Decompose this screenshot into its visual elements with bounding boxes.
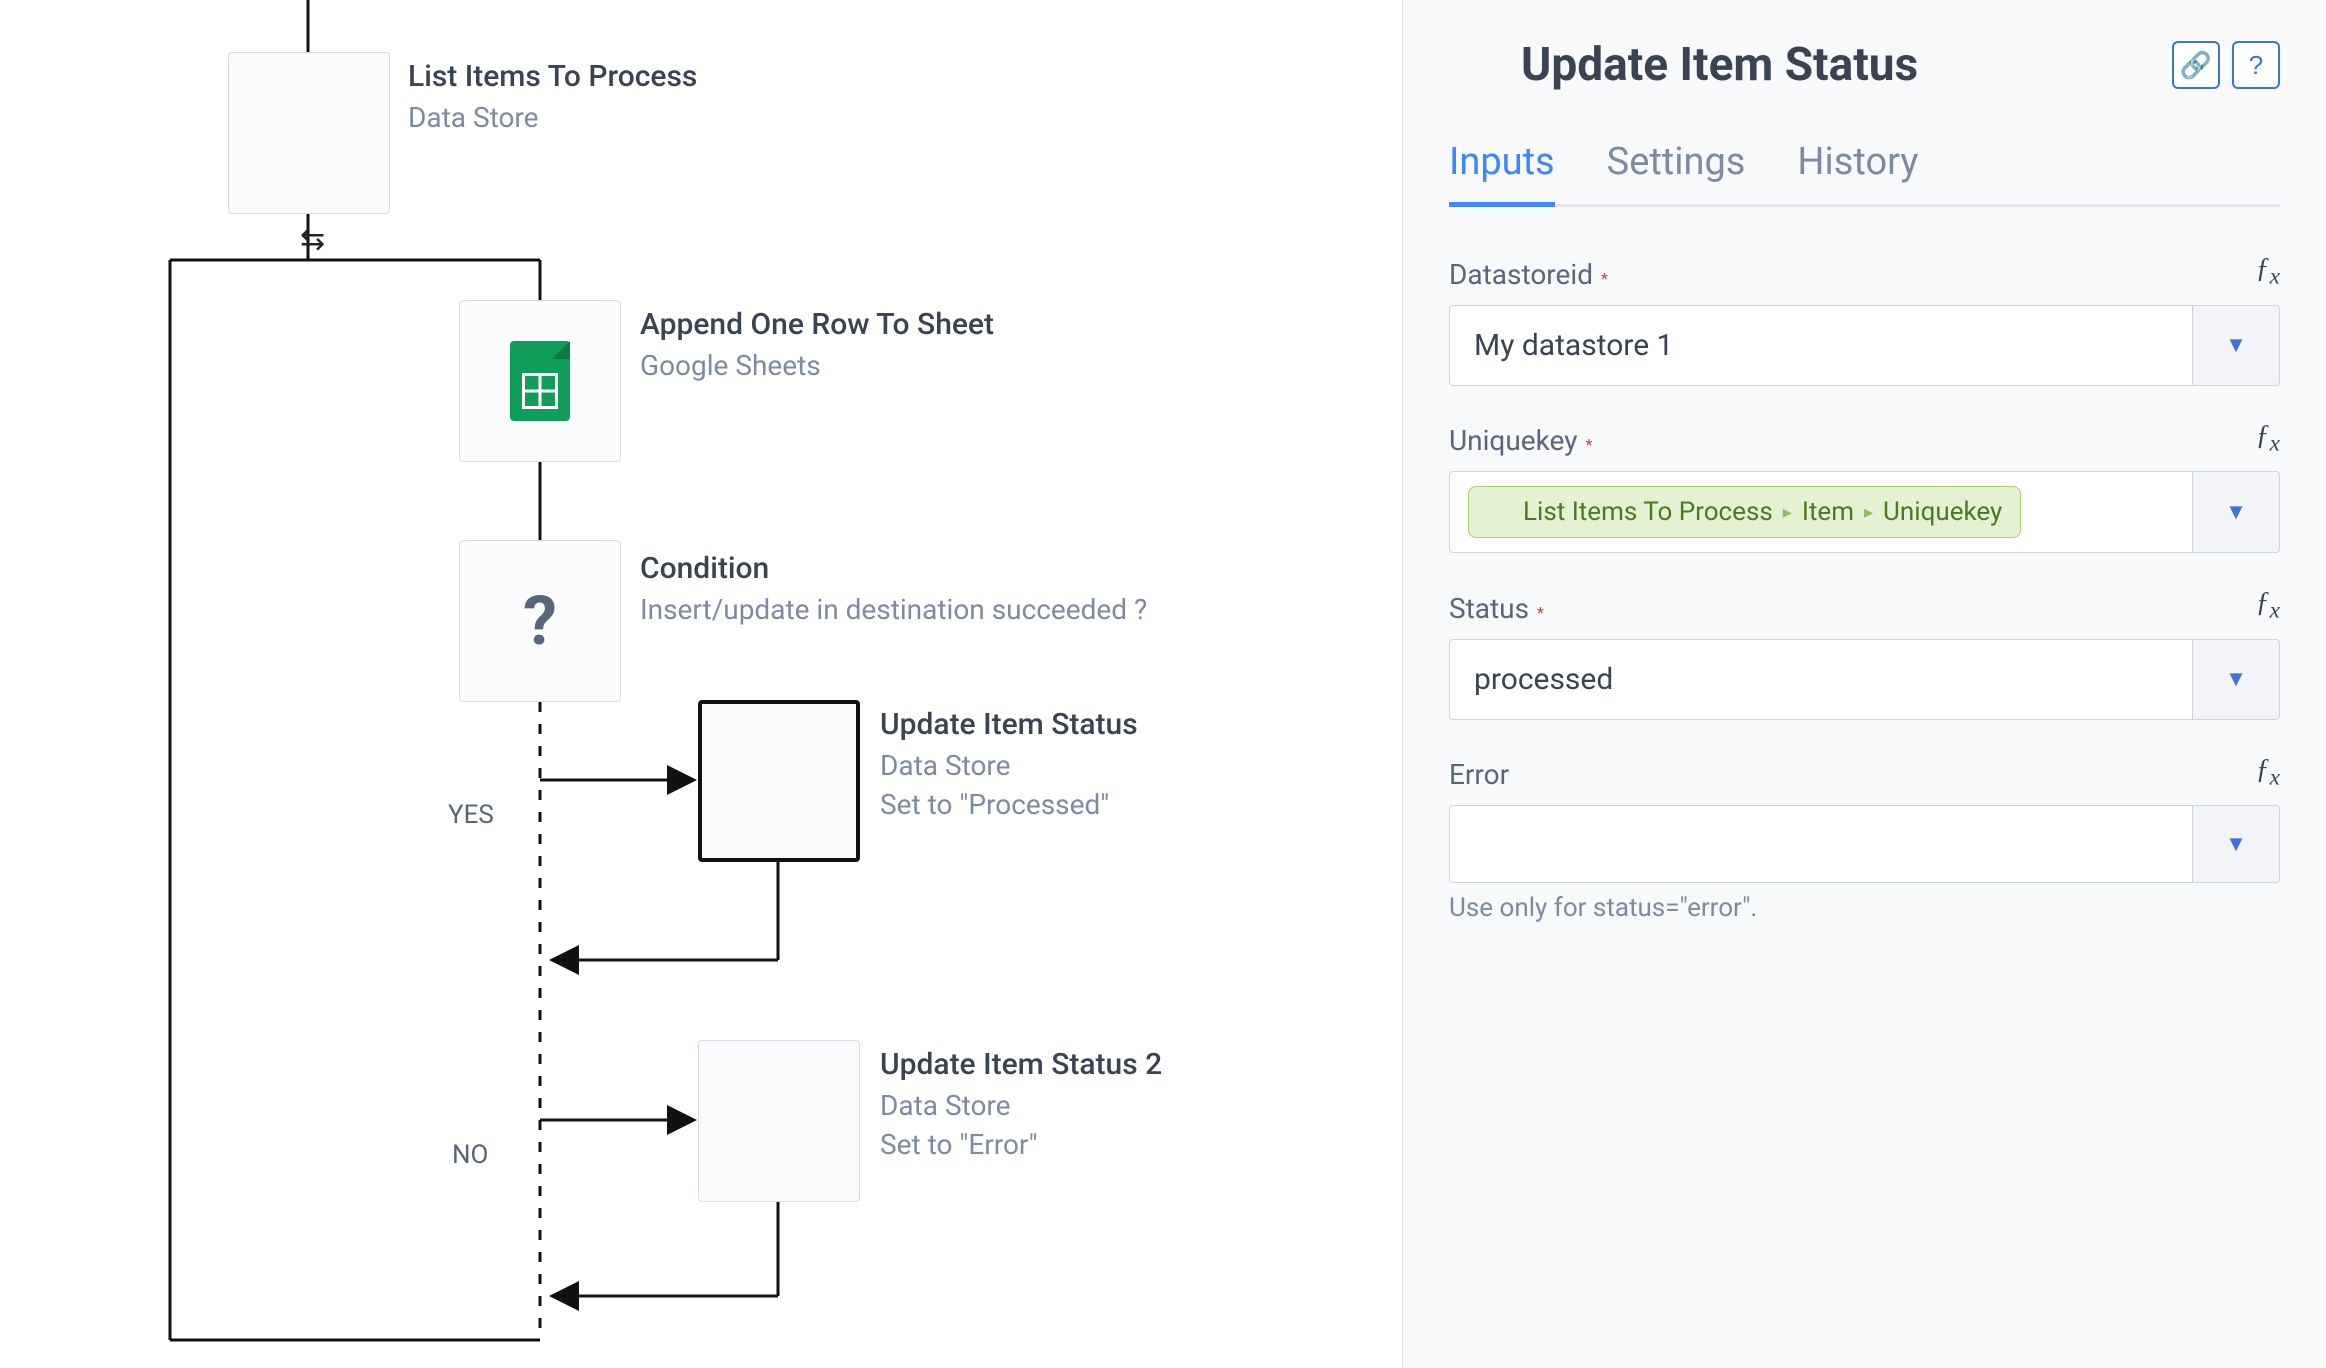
dropdown-button[interactable]: ▼ (2192, 471, 2280, 553)
help-icon: ? (2249, 50, 2263, 81)
branch-yes-label: YES (448, 800, 494, 830)
node-subtitle: Data Store (408, 98, 697, 137)
pill-part: List Items To Process (1523, 497, 1773, 527)
branch-no-label: NO (452, 1140, 488, 1170)
node-subtitle: Set to "Processed" (880, 785, 1138, 824)
node-subtitle: Google Sheets (640, 346, 994, 385)
pinwheel-icon (740, 1082, 818, 1160)
chevron-right-icon: ▸ (1864, 502, 1873, 523)
fx-button[interactable]: ƒx (2256, 754, 2280, 792)
node-update-status-processed[interactable] (698, 700, 860, 862)
loop-icon: ⇆ (300, 222, 325, 257)
field-label: Uniquekey (1449, 424, 1577, 457)
chevron-down-icon: ▼ (2225, 499, 2247, 525)
node-condition[interactable]: ? (459, 540, 621, 702)
field-label: Status (1449, 592, 1529, 625)
help-button[interactable]: ? (2232, 41, 2280, 89)
uniquekey-input[interactable]: List Items To Process ▸ Item ▸ Uniquekey (1449, 471, 2192, 553)
pinwheel-icon (1449, 39, 1501, 91)
fx-button[interactable]: ƒx (2256, 253, 2280, 291)
tab-history[interactable]: History (1797, 140, 1918, 207)
fx-button[interactable]: ƒx (2256, 587, 2280, 625)
status-input[interactable]: processed (1449, 639, 2192, 720)
field-error: Error ƒx ▼ Use only for status="error". (1449, 754, 2280, 924)
field-status: Status * ƒx processed ▼ (1449, 587, 2280, 720)
field-hint: Use only for status="error". (1449, 893, 2280, 923)
pill-part: Item (1802, 497, 1854, 527)
field-uniquekey: Uniquekey * ƒx List Items To Process ▸ I… (1449, 420, 2280, 554)
reference-pill[interactable]: List Items To Process ▸ Item ▸ Uniquekey (1468, 486, 2021, 538)
error-input[interactable] (1449, 805, 2192, 883)
node-append-row[interactable] (459, 300, 621, 462)
tab-settings[interactable]: Settings (1607, 140, 1746, 207)
required-indicator: * (1585, 435, 1592, 454)
google-sheets-icon (510, 341, 570, 421)
dropdown-button[interactable]: ▼ (2192, 805, 2280, 883)
chevron-down-icon: ▼ (2225, 666, 2247, 692)
datastoreid-input[interactable]: My datastore 1 (1449, 305, 2192, 386)
details-panel: Update Item Status 🔗 ? Inputs Settings H… (1402, 0, 2326, 1368)
node-title: Condition (640, 548, 1147, 590)
node-title: Append One Row To Sheet (640, 304, 994, 346)
required-indicator: * (1537, 603, 1544, 622)
node-title: Update Item Status 2 (880, 1044, 1162, 1086)
panel-title: Update Item Status (1521, 38, 1918, 92)
field-datastoreid: Datastoreid * ƒx My datastore 1 ▼ (1449, 253, 2280, 386)
node-title: Update Item Status (880, 704, 1138, 746)
node-subtitle: Set to "Error" (880, 1125, 1162, 1164)
pinwheel-icon (270, 94, 348, 172)
question-icon: ? (523, 581, 557, 661)
node-list-items[interactable] (228, 52, 390, 214)
link-button[interactable]: 🔗 (2172, 41, 2220, 89)
pinwheel-icon (1487, 499, 1513, 525)
link-icon: 🔗 (2180, 50, 2212, 81)
flow-canvas[interactable]: ⇆ List Items To Process Data Store Appen… (0, 0, 1402, 1368)
node-subtitle: Insert/update in destination succeeded ? (640, 590, 1147, 629)
chevron-right-icon: ▸ (1783, 502, 1792, 523)
node-subtitle: Data Store (880, 746, 1138, 785)
field-label: Datastoreid (1449, 258, 1593, 291)
dropdown-button[interactable]: ▼ (2192, 305, 2280, 386)
pinwheel-icon (740, 742, 818, 820)
field-label: Error (1449, 758, 1509, 791)
node-title: List Items To Process (408, 56, 697, 98)
pill-part: Uniquekey (1883, 497, 2002, 527)
node-subtitle: Data Store (880, 1086, 1162, 1125)
chevron-down-icon: ▼ (2225, 831, 2247, 857)
required-indicator: * (1601, 269, 1608, 288)
panel-tabs: Inputs Settings History (1449, 140, 2280, 207)
dropdown-button[interactable]: ▼ (2192, 639, 2280, 720)
node-update-status-error[interactable] (698, 1040, 860, 1202)
fx-button[interactable]: ƒx (2256, 420, 2280, 458)
chevron-down-icon: ▼ (2225, 332, 2247, 358)
